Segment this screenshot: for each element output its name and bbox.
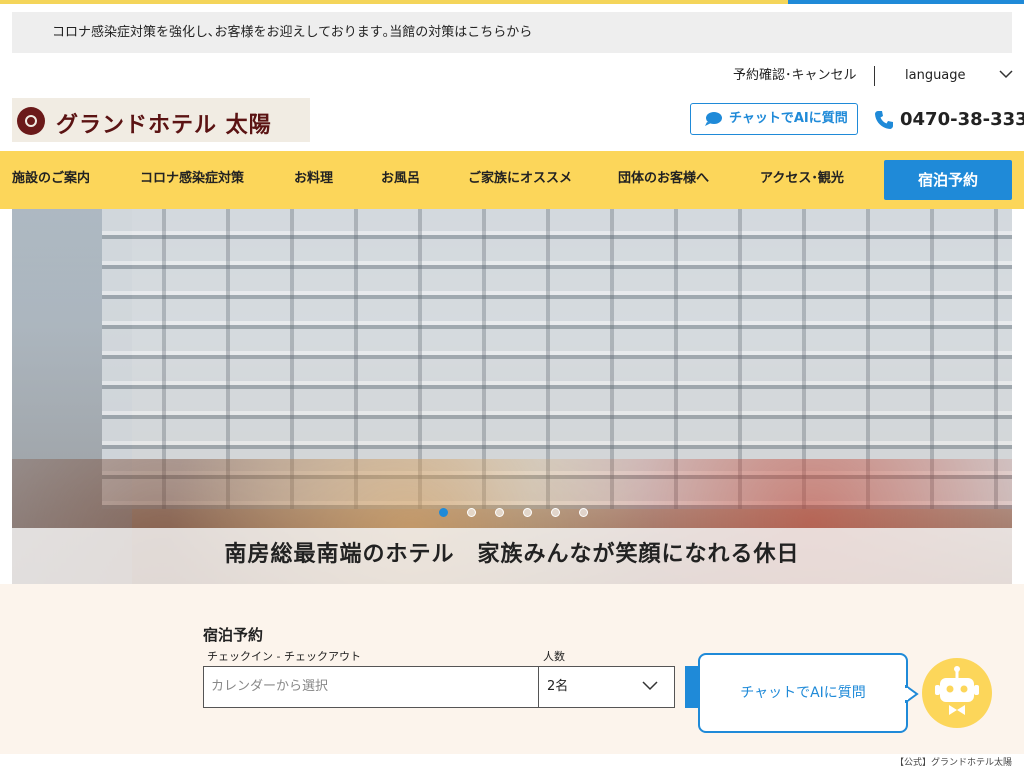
hotel-logo[interactable]: グランドホテル 太陽	[12, 98, 310, 142]
slide-dot-3[interactable]	[495, 508, 504, 517]
chat-robot-button[interactable]	[922, 658, 992, 728]
nav-item-bath[interactable]: お風呂	[381, 151, 420, 209]
logo-text: グランドホテル 太陽	[56, 113, 272, 138]
chevron-down-icon	[999, 70, 1013, 79]
chevron-down-icon	[642, 681, 658, 691]
booking-title: 宿泊予約	[203, 626, 264, 644]
robot-icon	[935, 666, 979, 715]
main-navigation: 施設のご案内 コロナ感染症対策 お料理 お風呂 ご家族にオススメ 団体のお客様へ…	[0, 151, 1024, 209]
slide-dot-1[interactable]	[439, 508, 448, 517]
footer-site-tag: 【公式】グランドホテル太陽	[894, 758, 1012, 768]
chat-ai-label: チャットでAIに質問	[729, 111, 848, 126]
nav-item-access[interactable]: アクセス･観光	[760, 151, 844, 209]
top-accent-yellow	[0, 0, 788, 4]
language-selector[interactable]: language	[905, 64, 1013, 88]
guests-select[interactable]: 2名	[538, 666, 675, 708]
nav-item-groups[interactable]: 団体のお客様へ	[618, 151, 709, 209]
top-accent-blue	[788, 0, 1024, 4]
covid-notice-text: コロナ感染症対策を強化し､お客様をお迎えしております｡当館の対策はこちらから	[52, 25, 533, 40]
hero-slideshow[interactable]: 南房総最南端のホテル 家族みんなが笑顔になれる休日	[12, 209, 1012, 584]
guests-label: 人数	[543, 650, 565, 663]
logo-mark-icon	[17, 107, 45, 135]
covid-notice-banner[interactable]: コロナ感染症対策を強化し､お客様をお迎えしております｡当館の対策はこちらから	[12, 12, 1012, 53]
chat-ai-button[interactable]: チャットでAIに質問	[690, 103, 858, 135]
book-stay-button[interactable]: 宿泊予約	[884, 160, 1012, 200]
phone-number-text: 0470-38-3331	[900, 109, 1024, 130]
chat-bubble-icon	[705, 112, 722, 126]
nav-item-facilities[interactable]: 施設のご案内	[12, 151, 90, 209]
chat-widget-bubble[interactable]: チャットでAIに質問	[698, 653, 908, 733]
language-label: language	[905, 68, 966, 83]
slide-dot-2[interactable]	[467, 508, 476, 517]
phone-icon	[875, 111, 893, 129]
chat-bubble-tail-icon	[905, 685, 919, 703]
nav-item-covid-measures[interactable]: コロナ感染症対策	[140, 151, 244, 209]
guests-value: 2名	[547, 679, 569, 694]
nav-item-family[interactable]: ご家族にオススメ	[468, 151, 572, 209]
slide-dot-4[interactable]	[523, 508, 532, 517]
date-range-input[interactable]: カレンダーから選択	[203, 666, 539, 708]
nav-item-cuisine[interactable]: お料理	[294, 151, 333, 209]
top-accent-line	[0, 0, 1024, 4]
reservation-cancel-link[interactable]: 予約確認･キャンセル	[733, 64, 857, 88]
utility-divider	[874, 66, 875, 86]
checkin-label: チェックイン - チェックアウト	[207, 650, 361, 663]
slide-dot-6[interactable]	[579, 508, 588, 517]
hero-caption: 南房総最南端のホテル 家族みんなが笑顔になれる休日	[12, 528, 1012, 584]
slide-dot-5[interactable]	[551, 508, 560, 517]
